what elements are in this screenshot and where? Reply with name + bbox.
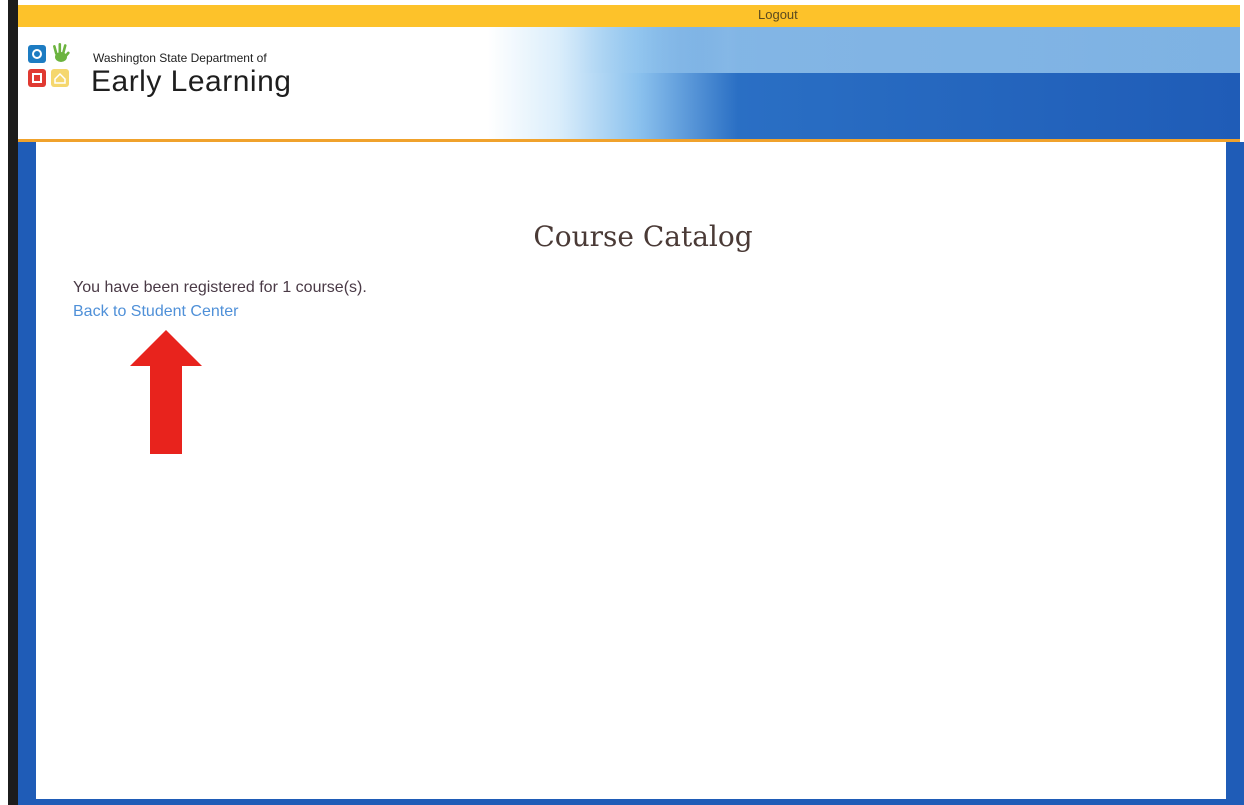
- green-hand-icon: [50, 43, 72, 65]
- header-gradient-band: [578, 27, 1240, 73]
- yellow-house-icon: [51, 69, 69, 87]
- main-content: Course Catalog You have been registered …: [36, 142, 1226, 799]
- window-edge: [8, 0, 18, 805]
- red-square-icon: [28, 69, 46, 87]
- back-to-student-center-link[interactable]: Back to Student Center: [73, 303, 238, 321]
- page-title: Course Catalog: [533, 220, 753, 253]
- logout-link[interactable]: Logout: [758, 7, 798, 22]
- blue-circle-square-icon: [28, 45, 46, 63]
- agency-name: Early Learning: [91, 65, 292, 98]
- content-border-left: [18, 142, 36, 805]
- agency-line: Washington State Department of: [93, 51, 267, 65]
- content-border-right: [1226, 142, 1244, 805]
- registration-message: You have been registered for 1 course(s)…: [73, 279, 367, 296]
- logo-mark: [28, 43, 78, 93]
- site-header: Washington State Department of Early Lea…: [18, 27, 1240, 140]
- page: Logout Washington State Department of Ea…: [0, 0, 1244, 805]
- agency-logo: Washington State Department of Early Lea…: [28, 43, 328, 103]
- top-bar: Logout: [18, 5, 1240, 27]
- content-border-bottom: [18, 799, 1244, 805]
- red-arrow-up-icon: [130, 330, 202, 454]
